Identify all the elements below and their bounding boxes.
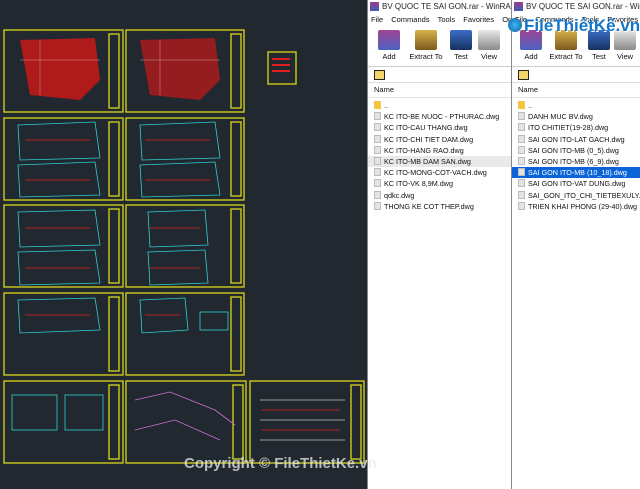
dwg-file-icon [518,201,525,210]
menu-favorites[interactable]: Favorites [463,15,494,24]
view-icon [478,30,500,50]
list-item-selected[interactable]: SAI GON ITO-MB (10_18).dwg [512,167,640,179]
dwg-file-icon [374,134,381,143]
list-item[interactable]: KC ITO-BE NUOC - PTHURAC.dwg [368,111,512,122]
list-item[interactable]: SAI GON ITO-MB (0_5).dwg [512,145,640,156]
dwg-file-icon [374,190,381,199]
menu-commands[interactable]: Commands [391,15,429,24]
dwg-file-icon [374,168,381,177]
list-item[interactable]: SAI_GON_ITO_CHI_TIETBEXULY.dwg [512,190,640,201]
list-item[interactable]: DANH MUC BV.dwg [512,111,640,122]
list-item[interactable]: SAI GON ITO-VAT DUNG.dwg [512,178,640,189]
test-icon [450,30,472,50]
dwg-file-icon [374,201,381,210]
dwg-file-icon [518,112,525,121]
list-item[interactable]: TRIEN KHAI PHONG (29-40).dwg [512,201,640,212]
list-item[interactable]: qdkc.dwg [368,190,512,201]
dwg-file-icon [518,134,525,143]
menu-bar: File Commands Tools Favorites Opt [368,13,512,26]
title-bar: BV QUOC TE SAI GON.rar - WinRAR [368,0,512,13]
folder-up-icon[interactable] [374,70,385,80]
list-item[interactable]: KC ITO-MB DAM SAN.dwg [368,155,512,168]
window-title: BV QUOC TE SAI GON.rar - WinRAR [382,2,512,11]
column-header-name[interactable]: Name [368,83,512,98]
list-item[interactable]: THONG KE COT THEP.dwg [368,201,512,212]
extract-icon [415,30,437,50]
globe-icon [508,18,522,32]
dwg-file-icon [374,123,381,132]
copyright-watermark: Copyright © FileThietKe.vn [184,455,377,472]
list-item[interactable]: KC ITO-VK 8,9M.dwg [368,178,512,189]
winrar-window-right[interactable]: BV QUOC TE SAI GON.rar - WinRAR File Com… [511,0,640,489]
list-item[interactable]: SAI GON ITO-MB (6_9).dwg [512,156,640,167]
list-item[interactable]: SAI GON ITO-LAT GACH.dwg [512,134,640,145]
dwg-file-icon [518,123,525,132]
menu-file[interactable]: File [371,15,383,24]
toolbar: Add Extract To Test View [368,26,512,67]
extract-to-button[interactable]: Extract To [406,28,446,61]
dwg-file-icon [374,179,381,188]
cad-drawing-canvas[interactable] [0,0,366,489]
path-bar [368,67,512,83]
file-list: .. KC ITO-BE NUOC - PTHURAC.dwg KC ITO-C… [368,98,512,212]
winrar-app-icon [514,2,523,11]
dwg-file-icon [518,145,525,154]
column-header-name[interactable]: Name [512,83,640,98]
folder-icon [518,101,525,109]
logo-text: FileThiếtKế.vn [524,16,640,35]
winrar-window-left[interactable]: BV QUOC TE SAI GON.rar - WinRAR File Com… [367,0,512,489]
cad-sheets [3,29,365,464]
file-list: .. DANH MUC BV.dwg ITO CHITIET(19-28).dw… [512,98,640,212]
add-button[interactable]: Add [372,28,406,61]
view-button[interactable]: View [472,28,506,61]
list-item[interactable]: KC ITO-MONG-COT-VACH.dwg [368,167,512,178]
dwg-file-icon [374,112,381,121]
folder-up-icon[interactable] [518,70,529,80]
folder-icon [374,101,381,109]
site-logo: FileThiếtKế.vn [508,12,640,48]
add-archive-icon [378,30,400,50]
list-item[interactable]: KC ITO-CAU THANG.dwg [368,122,512,133]
list-item[interactable]: ITO CHITIET(19-28).dwg [512,122,640,133]
path-bar [512,67,640,83]
winrar-app-icon [370,2,379,11]
dwg-file-icon [518,168,525,177]
menu-tools[interactable]: Tools [438,15,456,24]
list-item[interactable]: KC ITO-CHI TIET DAM.dwg [368,134,512,145]
dwg-file-icon [518,156,525,165]
list-item[interactable]: .. [368,100,512,111]
dwg-file-icon [518,179,525,188]
dwg-file-icon [374,145,381,154]
dwg-file-icon [374,156,381,165]
list-item[interactable]: .. [512,100,640,111]
list-item[interactable]: KC ITO-HANG RAO.dwg [368,145,512,156]
window-title: BV QUOC TE SAI GON.rar - WinRAR [526,2,640,11]
dwg-file-icon [518,190,525,199]
